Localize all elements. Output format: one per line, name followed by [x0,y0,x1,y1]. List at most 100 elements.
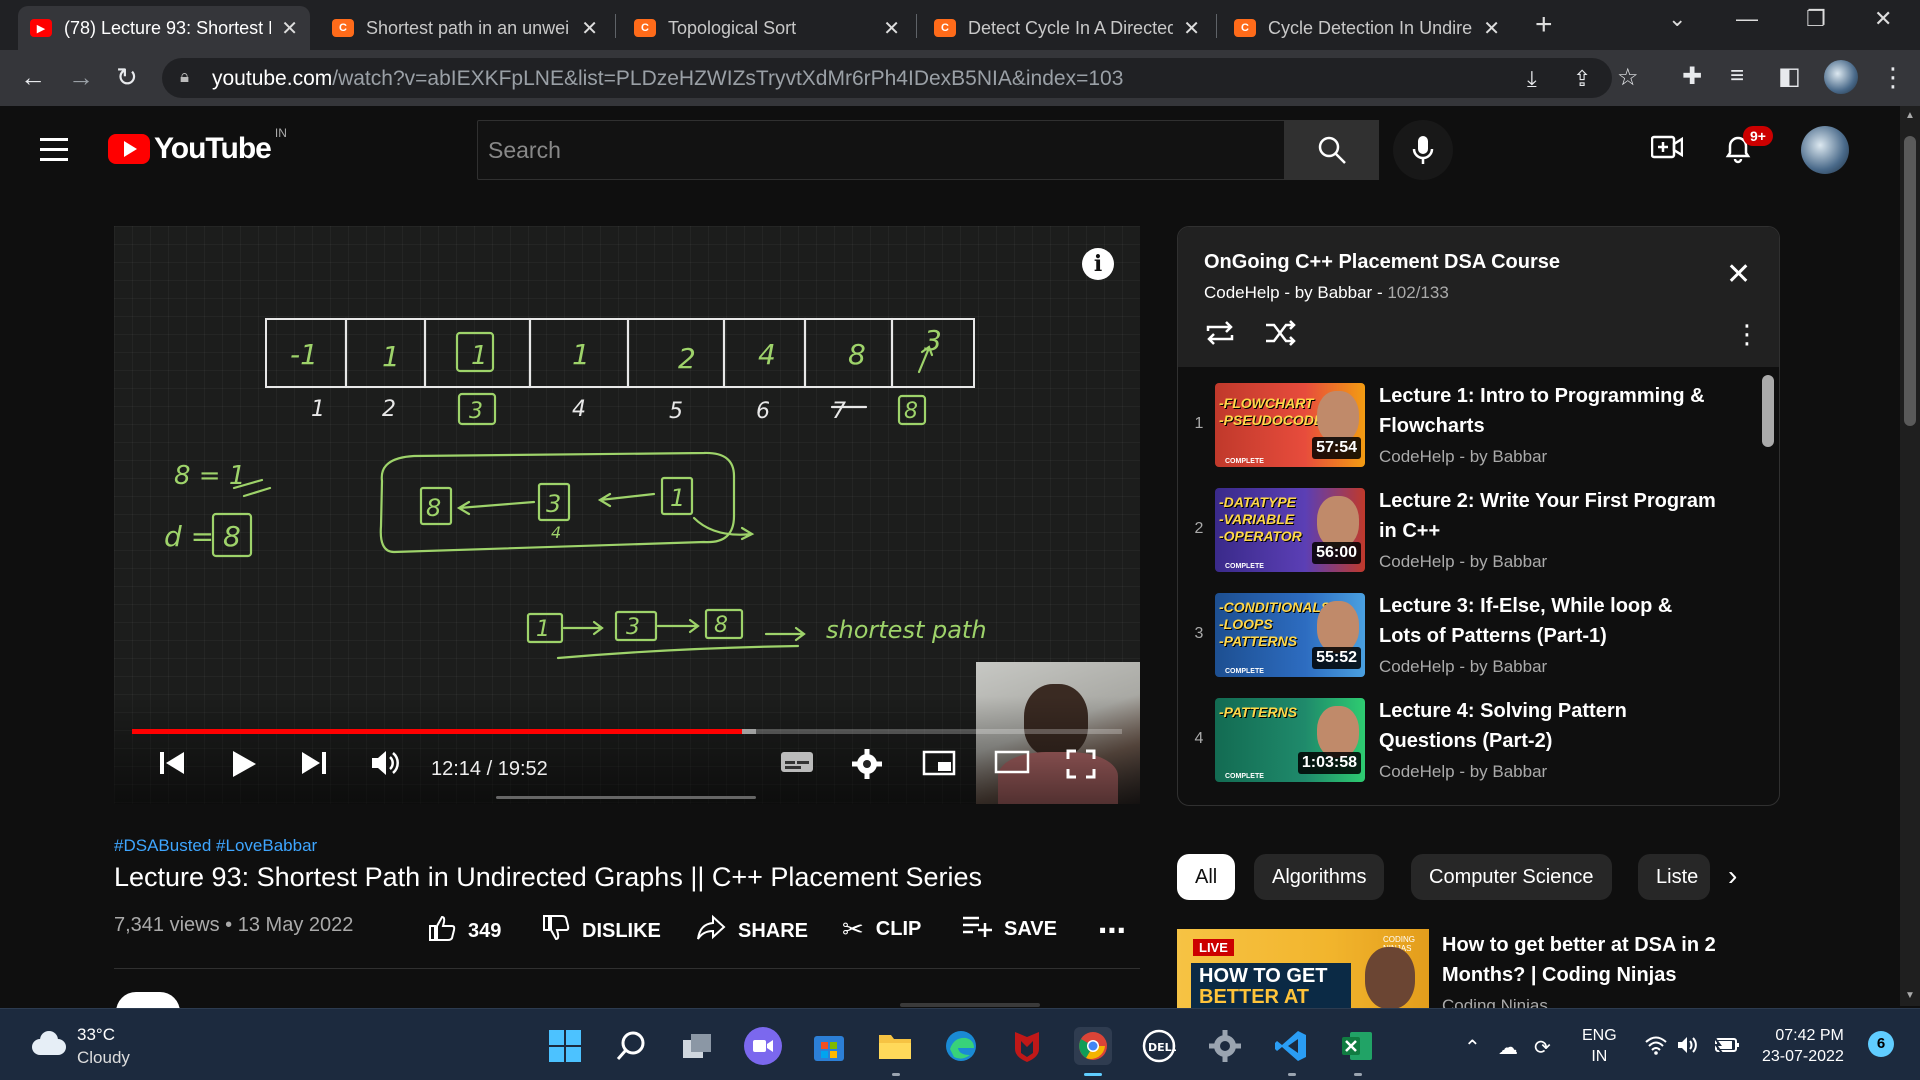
tab-search-chevron-icon[interactable]: ⌄ [1668,6,1686,32]
playlist-item-thumbnail[interactable]: -CONDITIONALS -LOOPS -PATTERNS COMPLETE 55… [1215,593,1365,677]
speaker-icon[interactable] [1676,1035,1700,1061]
playlist-title[interactable]: OnGoing C++ Placement DSA Course [1204,251,1560,274]
playlist-item-thumbnail[interactable]: -DATATYPE -VARIABLE -OPERATOR COMPLETE 56:… [1215,488,1365,572]
minimize-icon[interactable]: — [1736,6,1758,32]
subtitles-button[interactable] [780,749,814,783]
save-button[interactable]: SAVE [962,914,1057,945]
tray-overflow-chevron-icon[interactable]: ⌃ [1464,1035,1481,1060]
file-explorer-icon[interactable] [876,1027,914,1065]
share-page-icon[interactable]: ⇪ [1573,66,1591,92]
chevron-right-icon[interactable]: › [1728,860,1737,892]
create-video-icon[interactable] [1650,134,1684,167]
back-arrow-icon[interactable]: ← [20,62,46,93]
more-actions-icon[interactable]: ⋯ [1098,914,1126,947]
close-window-icon[interactable]: ✕ [1874,6,1892,32]
teams-chat-icon[interactable] [744,1027,782,1065]
restore-window-icon[interactable]: ❐ [1806,6,1826,32]
settings-gear-icon[interactable] [1206,1027,1244,1065]
notification-center-badge[interactable]: 6 [1868,1031,1894,1057]
edge-browser-icon[interactable] [942,1027,980,1065]
play-button[interactable] [230,749,258,787]
progress-bar[interactable] [132,729,1122,734]
tab-close-icon[interactable]: ✕ [883,16,900,41]
sync-error-icon[interactable]: ⟳ [1534,1035,1551,1060]
playlist-item-title[interactable]: Lecture 1: Intro to Programming & Flowch… [1379,381,1719,441]
browser-tab-shortest-path[interactable]: C Shortest path in an unwei ✕ [320,6,610,50]
tab-close-icon[interactable]: ✕ [581,16,598,41]
side-panel-icon[interactable]: ◧ [1778,62,1801,91]
clip-button[interactable]: ✂ CLIP [842,914,921,945]
system-clock[interactable]: 07:42 PM 23-07-2022 [1762,1025,1844,1067]
windows-start-icon[interactable] [546,1027,584,1065]
shuffle-icon[interactable] [1264,319,1296,354]
media-control-icon[interactable]: ≡ [1730,62,1744,90]
tab-close-icon[interactable]: ✕ [1183,16,1200,41]
task-view-icon[interactable] [678,1027,716,1065]
onedrive-cloud-icon[interactable]: ☁ [1498,1035,1518,1060]
theater-mode-button[interactable] [994,749,1030,783]
scrollbar-thumb[interactable] [1904,136,1916,426]
playlist-item-title[interactable]: Lecture 3: If-Else, While loop & Lots of… [1379,591,1719,651]
battery-charging-icon[interactable] [1712,1035,1740,1061]
scroll-down-icon[interactable]: ▼ [1905,990,1915,1001]
search-icon[interactable] [612,1027,650,1065]
tab-close-icon[interactable]: ✕ [1483,16,1500,41]
dislike-button[interactable]: DISLIKE [542,914,661,949]
miniplayer-button[interactable] [922,749,956,785]
close-playlist-icon[interactable]: ✕ [1726,257,1751,292]
playlist-item-thumbnail[interactable]: -FLOWCHART -PSEUDOCODE COMPLETE 57:54 [1215,383,1365,467]
forward-arrow-icon[interactable]: → [68,62,94,93]
scroll-up-icon[interactable]: ▲ [1905,110,1915,121]
hashtags[interactable]: #DSABusted #LoveBabbar [114,836,317,856]
playlist-item[interactable]: 1 -FLOWCHART -PSEUDOCODE COMPLETE 57:54 L… [1178,379,1758,479]
video-player[interactable]: -1 1 1 1 2 4 8 3 1 2 3 4 5 6 7 8 8 = 1 d… [114,226,1140,804]
cloud-icon[interactable] [28,1029,68,1055]
weather-condition[interactable]: Cloudy [77,1048,130,1068]
fullscreen-button[interactable] [1066,749,1096,787]
dell-app-icon[interactable]: DELL [1140,1027,1178,1065]
share-button[interactable]: SHARE [696,914,808,949]
chip-listen[interactable]: Liste [1638,854,1710,900]
playlist-item[interactable]: 4 -PATTERNS COMPLETE 1:03:58 Lecture 4: … [1178,694,1758,794]
url-text[interactable]: youtube.com/watch?v=abIEXKFpLNE&list=PLD… [212,67,1123,91]
account-avatar[interactable] [1801,126,1849,174]
next-button[interactable] [300,749,328,785]
microsoft-store-icon[interactable] [810,1027,848,1065]
settings-button[interactable] [852,749,882,787]
chip-all[interactable]: All [1177,854,1236,900]
recommended-thumbnail[interactable]: LIVE CODING NINJAS HOW TO GETBETTER AT D… [1177,929,1429,1009]
browser-tab-cycle-detection-undirected[interactable]: C Cycle Detection In Undire ✕ [1222,6,1512,50]
playlist-item-title[interactable]: Lecture 4: Solving Pattern Questions (Pa… [1379,696,1719,756]
vscode-icon[interactable] [1272,1027,1310,1065]
voice-search-button[interactable] [1393,120,1453,180]
playlist-item-title[interactable]: Lecture 2: Write Your First Program in C… [1379,486,1719,546]
language-indicator[interactable]: ENG IN [1582,1025,1617,1067]
playlist-item[interactable]: 2 -DATATYPE -VARIABLE -OPERATOR COMPLETE 5… [1178,484,1758,584]
browser-tab-youtube[interactable]: ▶ (78) Lecture 93: Shortest P ✕ [18,6,310,50]
recommended-title[interactable]: How to get better at DSA in 2 Months? | … [1442,930,1772,990]
browser-tab-detect-cycle-directed[interactable]: C Detect Cycle In A Directed ✕ [922,6,1212,50]
youtube-logo[interactable]: YouTube IN [108,126,287,166]
playlist-more-icon[interactable]: ⋮ [1734,319,1760,350]
chip-algorithms[interactable]: Algorithms [1254,854,1385,900]
playlist-scrollbar[interactable] [1762,375,1774,447]
reload-icon[interactable]: ↻ [116,62,138,93]
previous-button[interactable] [158,749,186,785]
page-scrollbar[interactable]: ▲ ▼ [1900,106,1920,1006]
like-button[interactable]: 349 [428,914,501,949]
chrome-browser-icon[interactable] [1074,1027,1112,1065]
bookmark-star-icon[interactable]: ☆ [1617,63,1639,92]
info-icon[interactable]: i [1082,248,1114,280]
mcafee-shield-icon[interactable] [1008,1027,1046,1065]
new-tab-icon[interactable]: + [1535,8,1553,42]
search-input[interactable]: Search [477,120,1285,180]
lock-icon[interactable]: 🔒︎ [180,67,189,87]
chip-computer-science[interactable]: Computer Science [1411,854,1612,900]
wifi-icon[interactable] [1644,1035,1668,1061]
weather-temperature[interactable]: 33°C [77,1025,115,1045]
playlist-item-thumbnail[interactable]: -PATTERNS COMPLETE 1:03:58 [1215,698,1365,782]
excel-icon[interactable] [1338,1027,1376,1065]
install-app-icon[interactable]: ⤓ [1527,66,1537,92]
volume-button[interactable] [370,749,402,785]
search-button[interactable] [1285,120,1379,180]
